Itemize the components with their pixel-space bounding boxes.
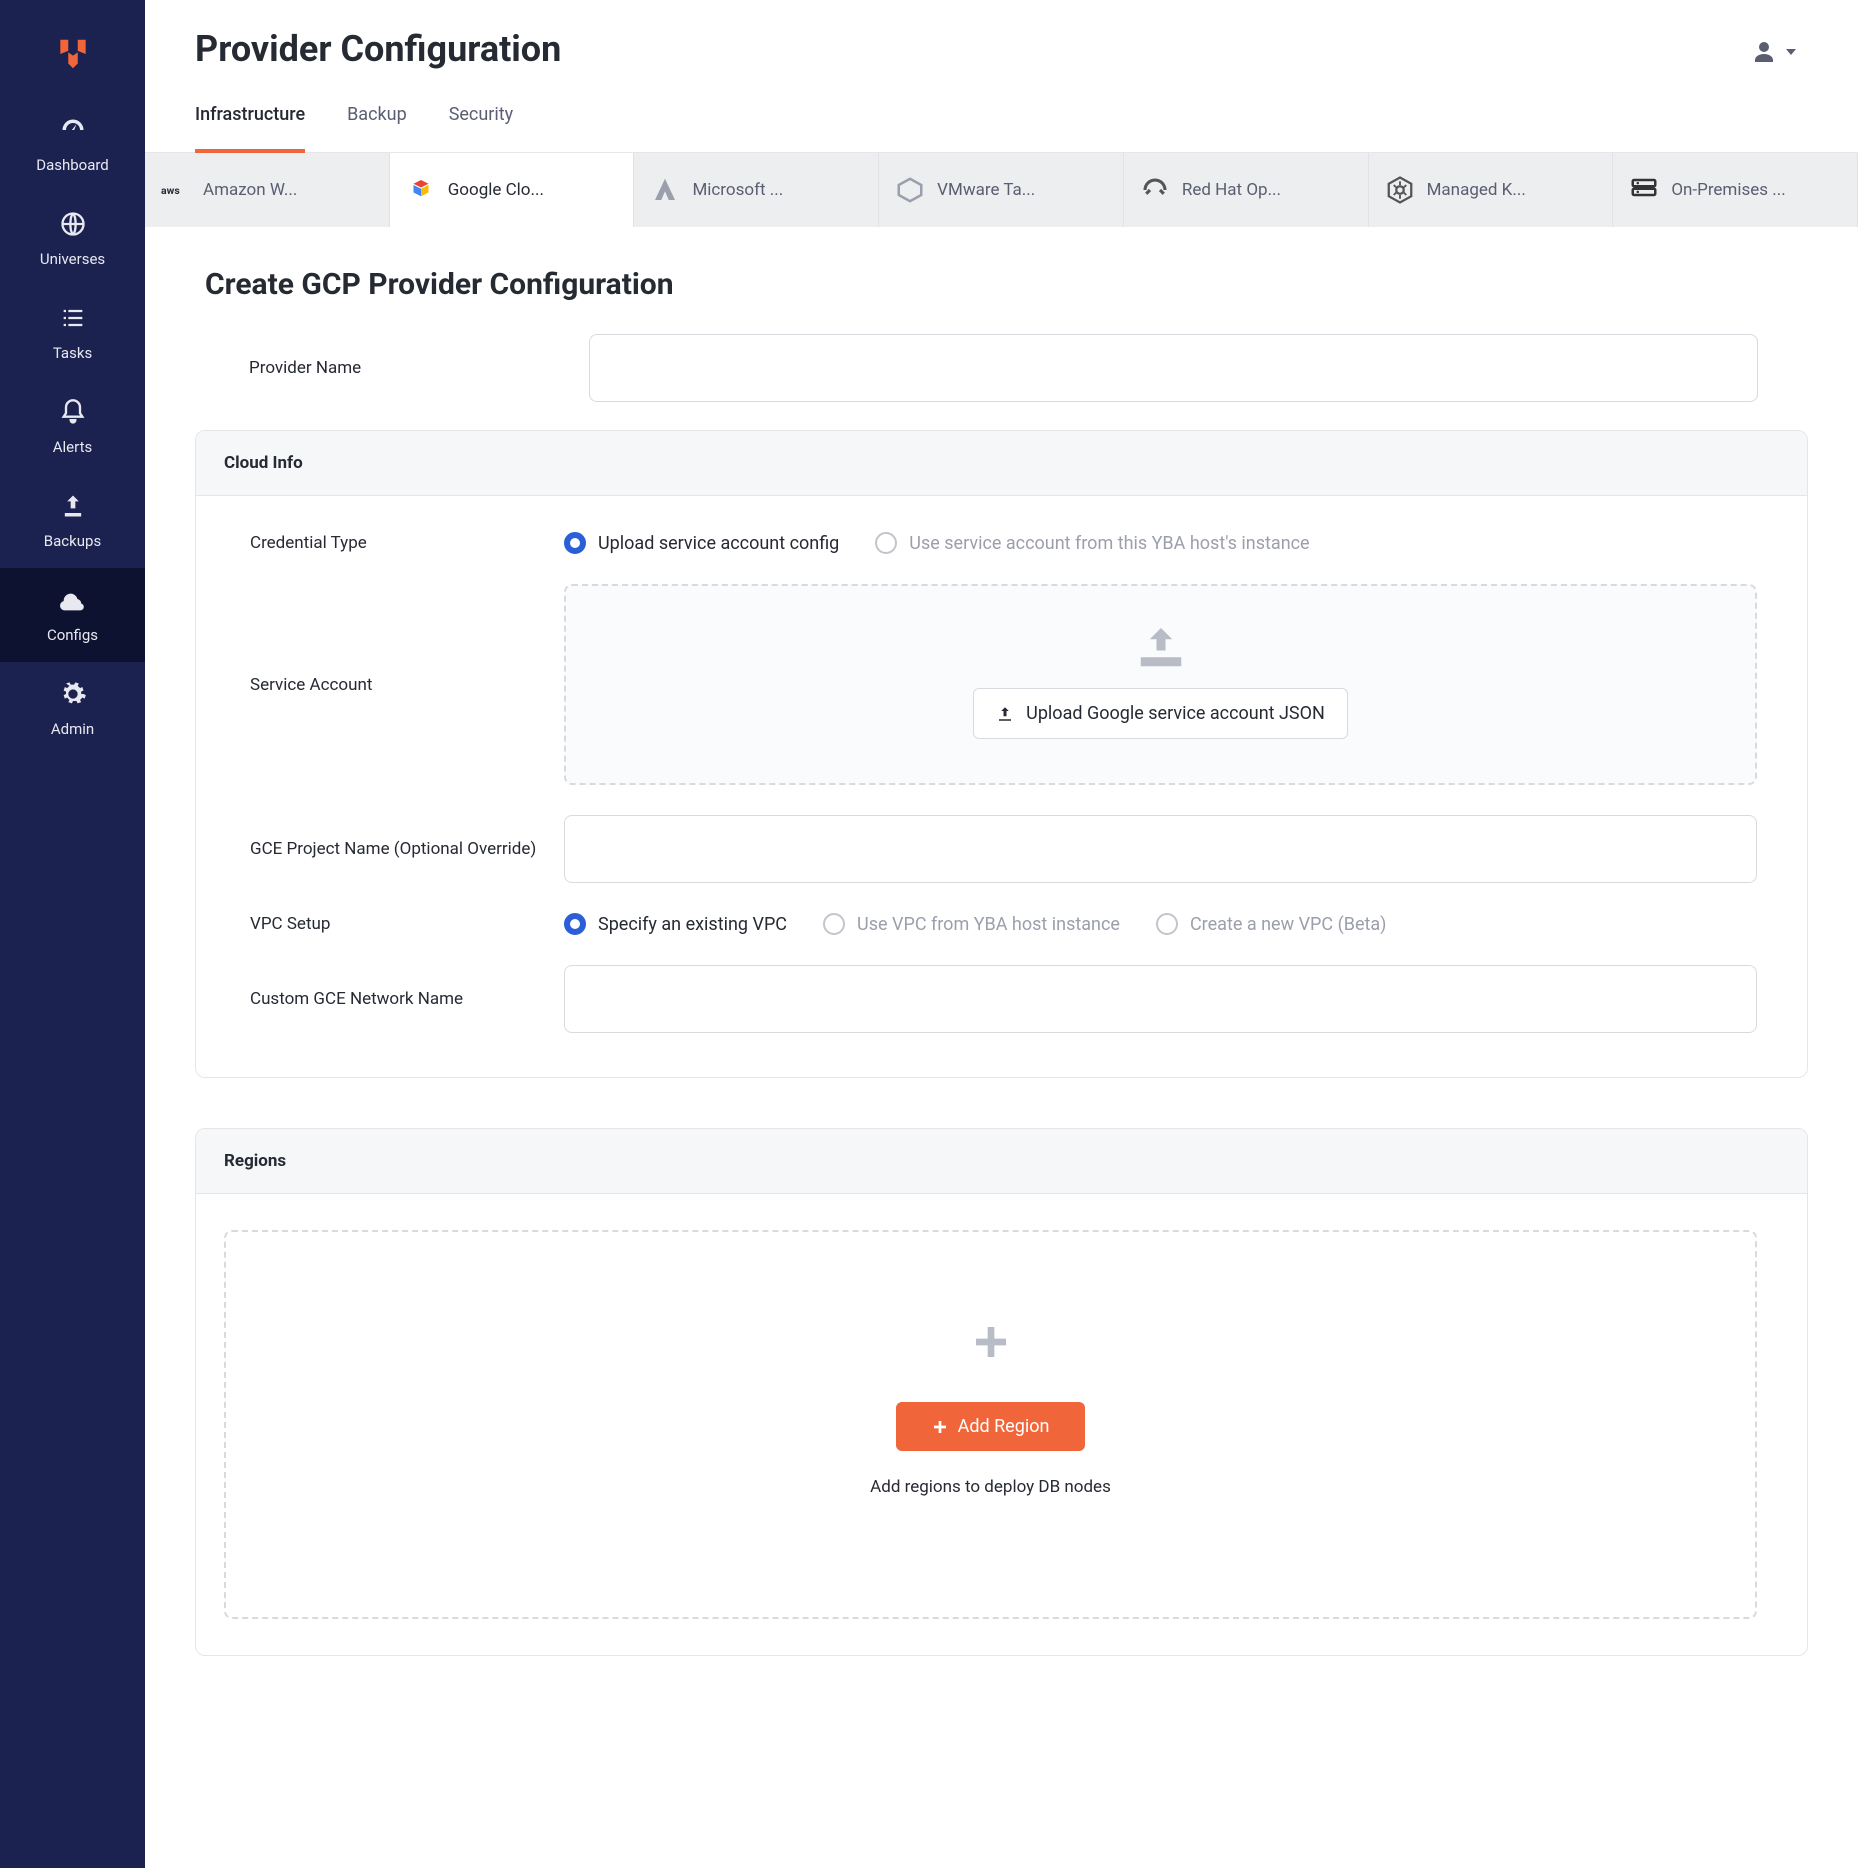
tab-infrastructure[interactable]: Infrastructure — [195, 104, 305, 154]
tab-security[interactable]: Security — [449, 104, 513, 152]
user-menu[interactable] — [1740, 28, 1808, 76]
provider-name-input[interactable] — [589, 334, 1758, 402]
sidebar-item-tasks[interactable]: Tasks — [0, 286, 145, 380]
provider-tab-vmware[interactable]: VMware Ta... — [879, 153, 1124, 227]
page-header: Provider Configuration — [145, 0, 1858, 76]
provider-name-row: Provider Name — [195, 334, 1808, 430]
radio-unchecked-icon — [875, 532, 897, 554]
sidebar-item-label: Admin — [51, 720, 94, 738]
form-content: Create GCP Provider Configuration Provid… — [145, 227, 1858, 1746]
add-region-helper: Add regions to deploy DB nodes — [870, 1477, 1111, 1497]
bell-icon — [59, 398, 87, 430]
radio-checked-icon — [564, 913, 586, 935]
kubernetes-icon — [1385, 175, 1415, 205]
sidebar-item-alerts[interactable]: Alerts — [0, 380, 145, 474]
vpc-existing[interactable]: Specify an existing VPC — [564, 913, 787, 935]
add-region-button[interactable]: Add Region — [896, 1402, 1086, 1451]
cloud-info-header: Cloud Info — [196, 431, 1807, 496]
form-title: Create GCP Provider Configuration — [195, 267, 1808, 302]
credential-type-row: Credential Type Upload service account c… — [224, 532, 1757, 554]
sidebar-item-configs[interactable]: Configs — [0, 568, 145, 662]
vpc-setup-row: VPC Setup Specify an existing VPC Use VP… — [224, 913, 1757, 935]
radio-unchecked-icon — [823, 913, 845, 935]
sidebar-item-backups[interactable]: Backups — [0, 474, 145, 568]
sidebar-item-label: Backups — [44, 532, 101, 550]
logo — [0, 15, 145, 98]
provider-tab-redhat[interactable]: Red Hat Op... — [1124, 153, 1369, 227]
provider-tabs: aws Amazon W... Google Clo... Microsoft … — [145, 153, 1858, 227]
plus-icon — [932, 1419, 948, 1435]
sidebar-item-label: Configs — [47, 626, 98, 644]
credential-type-host[interactable]: Use service account from this YBA host's… — [875, 532, 1309, 554]
sidebar-item-admin[interactable]: Admin — [0, 662, 145, 756]
sidebar-item-dashboard[interactable]: Dashboard — [0, 98, 145, 192]
plus-large-icon — [971, 1322, 1011, 1362]
main-content: Provider Configuration Infrastructure Ba… — [145, 0, 1858, 1868]
user-icon — [1752, 40, 1776, 64]
sidebar: Dashboard Universes Tasks Alerts Backups… — [0, 0, 145, 1868]
gcp-icon — [406, 175, 436, 205]
custom-network-row: Custom GCE Network Name — [224, 965, 1757, 1033]
custom-network-input[interactable] — [564, 965, 1757, 1033]
sidebar-item-label: Tasks — [53, 344, 92, 362]
provider-tab-azure[interactable]: Microsoft ... — [634, 153, 879, 227]
provider-name-label: Provider Name — [249, 358, 589, 378]
regions-header: Regions — [196, 1129, 1807, 1194]
sidebar-item-universes[interactable]: Universes — [0, 192, 145, 286]
vpc-host[interactable]: Use VPC from YBA host instance — [823, 913, 1120, 935]
vpc-setup-label: VPC Setup — [224, 914, 564, 934]
svg-text:aws: aws — [161, 184, 180, 197]
custom-network-label: Custom GCE Network Name — [224, 989, 564, 1009]
gce-project-row: GCE Project Name (Optional Override) — [224, 815, 1757, 883]
credential-type-label: Credential Type — [224, 533, 564, 553]
azure-icon — [650, 175, 680, 205]
gce-project-input[interactable] — [564, 815, 1757, 883]
upload-icon — [59, 492, 87, 524]
gear-icon — [59, 680, 87, 712]
cloud-info-panel: Cloud Info Credential Type Upload servic… — [195, 430, 1808, 1078]
page-title: Provider Configuration — [195, 28, 561, 70]
caret-down-icon — [1786, 49, 1796, 55]
upload-json-button[interactable]: Upload Google service account JSON — [973, 688, 1348, 739]
main-tabs: Infrastructure Backup Security — [145, 76, 1858, 153]
upload-small-icon — [996, 705, 1014, 723]
gce-project-label: GCE Project Name (Optional Override) — [224, 839, 564, 859]
sidebar-item-label: Universes — [40, 250, 105, 268]
globe-icon — [59, 210, 87, 242]
upload-dropzone[interactable]: Upload Google service account JSON — [564, 584, 1757, 785]
service-account-row: Service Account Upload Google service ac… — [224, 584, 1757, 785]
cloud-icon — [59, 586, 87, 618]
credential-type-upload[interactable]: Upload service account config — [564, 532, 839, 554]
vmware-icon — [895, 175, 925, 205]
list-icon — [59, 304, 87, 336]
aws-icon: aws — [161, 175, 191, 205]
upload-cloud-icon — [1134, 622, 1188, 670]
server-icon — [1629, 175, 1659, 205]
radio-unchecked-icon — [1156, 913, 1178, 935]
service-account-label: Service Account — [224, 675, 564, 695]
tab-backup[interactable]: Backup — [347, 104, 407, 152]
add-region-area: Add Region Add regions to deploy DB node… — [224, 1230, 1757, 1619]
vpc-create[interactable]: Create a new VPC (Beta) — [1156, 913, 1386, 935]
radio-checked-icon — [564, 532, 586, 554]
regions-panel: Regions Add Region Add regions to deploy… — [195, 1128, 1808, 1656]
provider-tab-onprem[interactable]: On-Premises ... — [1613, 153, 1858, 227]
redhat-icon — [1140, 175, 1170, 205]
sidebar-item-label: Dashboard — [36, 156, 109, 174]
provider-tab-k8s[interactable]: Managed K... — [1369, 153, 1614, 227]
provider-tab-aws[interactable]: aws Amazon W... — [145, 153, 390, 227]
dashboard-icon — [59, 116, 87, 148]
sidebar-item-label: Alerts — [53, 438, 93, 456]
provider-tab-gcp[interactable]: Google Clo... — [390, 153, 635, 227]
